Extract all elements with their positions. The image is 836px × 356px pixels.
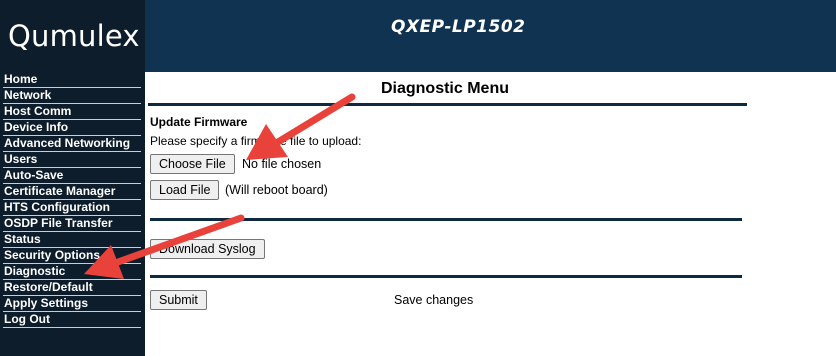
brand-logo: Qumulex (8, 19, 140, 53)
load-file-button[interactable]: Load File (150, 180, 220, 200)
sidebar-item-hts-configuration[interactable]: HTS Configuration (3, 200, 141, 216)
main-content: Diagnostic Menu Update Firmware Please s… (145, 72, 836, 356)
device-model-title: QXEP-LP1502 (391, 17, 526, 37)
sidebar-item-certificate-manager[interactable]: Certificate Manager (3, 184, 141, 200)
file-chosen-status: No file chosen (242, 157, 322, 171)
sidebar-item-device-info[interactable]: Device Info (3, 120, 141, 136)
sidebar-item-network[interactable]: Network (3, 88, 141, 104)
firmware-heading: Update Firmware (150, 115, 248, 129)
sidebar-item-auto-save[interactable]: Auto-Save (3, 168, 141, 184)
sidebar-item-home[interactable]: Home (3, 72, 141, 88)
load-file-note: (Will reboot board) (225, 183, 328, 197)
sidebar-item-users[interactable]: Users (3, 152, 141, 168)
sidebar-item-diagnostic[interactable]: Diagnostic (3, 264, 141, 280)
sidebar-item-advanced-networking[interactable]: Advanced Networking (3, 136, 141, 152)
sidebar-item-log-out[interactable]: Log Out (3, 312, 141, 328)
sidebar-item-osdp-file-transfer[interactable]: OSDP File Transfer (3, 216, 141, 232)
page-title: Diagnostic Menu (380, 80, 509, 97)
firmware-divider (150, 218, 742, 221)
save-changes-text: Save changes (394, 293, 474, 307)
sidebar-item-restore-default[interactable]: Restore/Default (3, 280, 141, 296)
download-syslog-button[interactable]: Download Syslog (150, 239, 265, 259)
firmware-instruction: Please specify a firmware file to upload… (150, 134, 362, 148)
header-bar: Qumulex QXEP-LP1502 (0, 0, 836, 72)
syslog-divider (150, 275, 742, 278)
title-divider (148, 103, 747, 106)
submit-button[interactable]: Submit (150, 290, 207, 310)
sidebar-item-apply-settings[interactable]: Apply Settings (3, 296, 141, 312)
sidebar-item-status[interactable]: Status (3, 232, 141, 248)
sidebar: Home Network Host Comm Device Info Advan… (0, 72, 145, 356)
sidebar-nav: Home Network Host Comm Device Info Advan… (3, 72, 141, 328)
sidebar-item-security-options[interactable]: Security Options (3, 248, 141, 264)
choose-file-button[interactable]: Choose File (150, 154, 235, 174)
sidebar-item-host-comm[interactable]: Host Comm (3, 104, 141, 120)
logo-area: Qumulex (0, 0, 145, 72)
